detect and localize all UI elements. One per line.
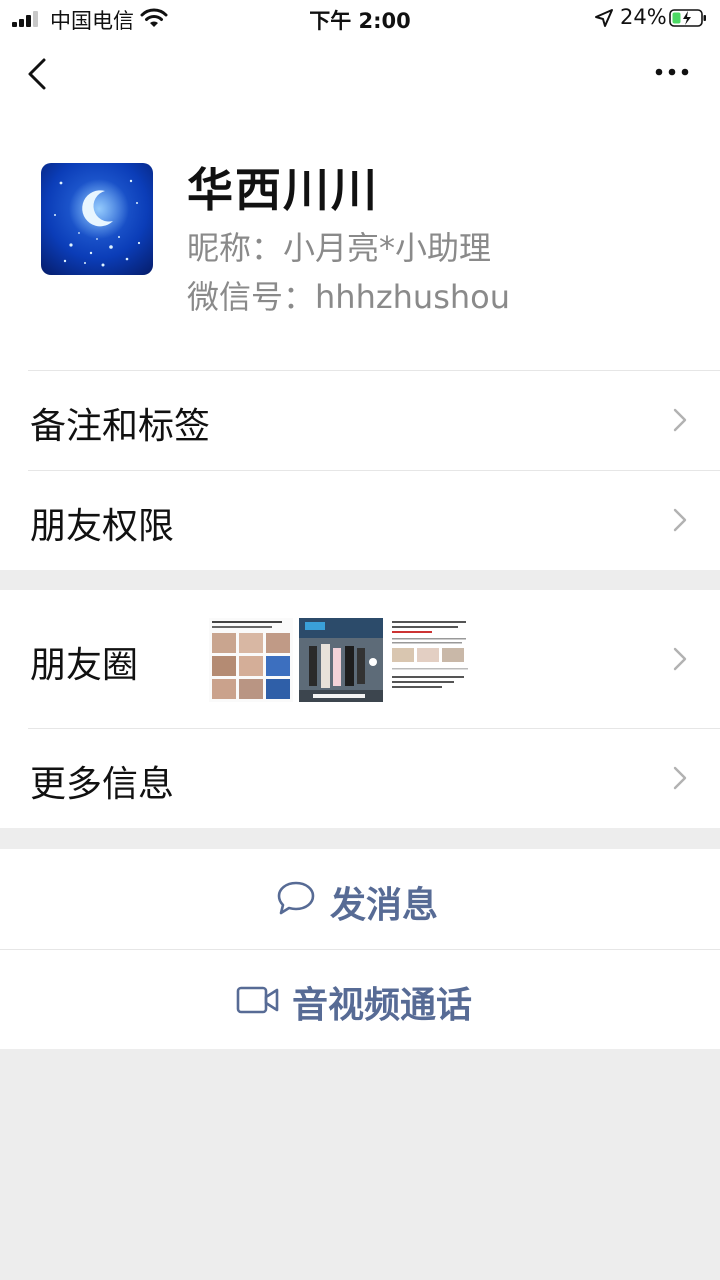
moments-row[interactable]: 朋友圈 (0, 590, 720, 728)
more-options-icon[interactable] (652, 66, 692, 78)
nav-bar (0, 38, 720, 108)
battery-icon (669, 9, 706, 27)
moments-thumbnail (209, 618, 293, 702)
profile-wechat-id: 微信号：hhhzhushou (187, 278, 511, 316)
more-info-row[interactable]: 更多信息 (0, 728, 720, 828)
back-icon[interactable] (24, 54, 52, 94)
location-arrow-icon (595, 9, 613, 27)
send-message-label: 发消息 (330, 885, 439, 926)
divider (28, 470, 720, 471)
video-call-button[interactable]: 音视频通话 (0, 949, 720, 1049)
avatar[interactable] (41, 163, 153, 275)
chevron-right-icon (673, 647, 687, 671)
chevron-right-icon (673, 508, 687, 532)
moments-label: 朋友圈 (30, 645, 139, 686)
video-call-label: 音视频通话 (292, 985, 473, 1026)
chevron-right-icon (673, 766, 687, 790)
profile-header: 华西川川 昵称：小月亮*小助理 微信号：hhhzhushou (0, 108, 720, 370)
remarks-row[interactable]: 备注和标签 (0, 370, 720, 470)
send-message-button[interactable]: 发消息 (0, 849, 720, 949)
moments-thumbnail (389, 618, 473, 702)
divider (28, 370, 720, 371)
profile-name: 华西川川 (187, 163, 379, 217)
chat-bubble-icon (277, 881, 315, 915)
moments-thumbnails (209, 618, 473, 702)
remarks-label: 备注和标签 (30, 406, 211, 447)
battery-percent: 24% (620, 5, 667, 29)
divider (0, 949, 720, 950)
status-bar: 中国电信 下午 2:00 24% (0, 0, 720, 38)
divider (28, 728, 720, 729)
video-camera-icon (236, 986, 279, 1014)
moments-thumbnail (299, 618, 383, 702)
permissions-label: 朋友权限 (30, 506, 175, 547)
more-info-label: 更多信息 (30, 764, 175, 805)
profile-nickname: 昵称：小月亮*小助理 (187, 229, 492, 267)
permissions-row[interactable]: 朋友权限 (0, 470, 720, 570)
chevron-right-icon (673, 408, 687, 432)
